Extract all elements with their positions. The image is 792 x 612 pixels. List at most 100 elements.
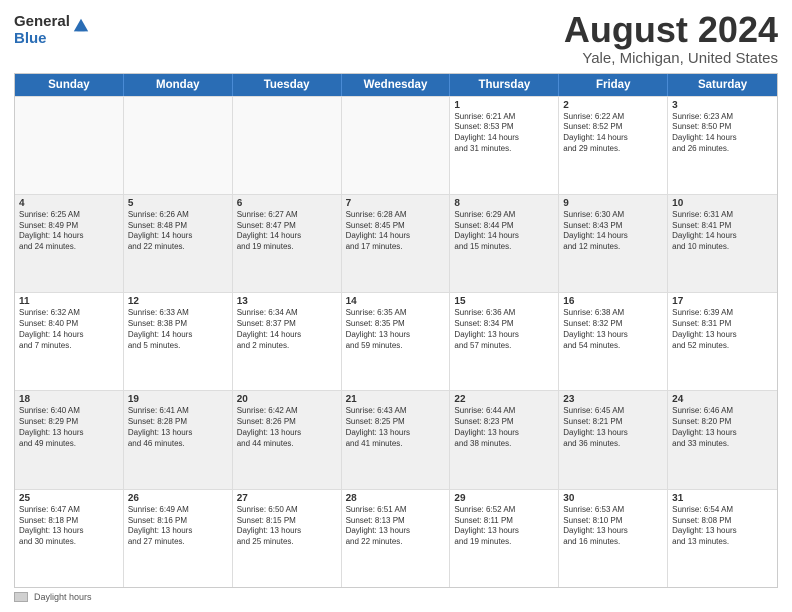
calendar-cell (233, 97, 342, 194)
calendar-cell: 9Sunrise: 6:30 AM Sunset: 8:43 PM Daylig… (559, 195, 668, 292)
day-text: Sunrise: 6:33 AM Sunset: 8:38 PM Dayligh… (128, 308, 228, 351)
header-day-sunday: Sunday (15, 74, 124, 96)
day-text: Sunrise: 6:47 AM Sunset: 8:18 PM Dayligh… (19, 505, 119, 548)
day-number: 4 (19, 198, 119, 209)
calendar-cell (342, 97, 451, 194)
calendar-cell: 4Sunrise: 6:25 AM Sunset: 8:49 PM Daylig… (15, 195, 124, 292)
logo-general: General (14, 14, 70, 31)
day-number: 21 (346, 394, 446, 405)
day-number: 24 (672, 394, 773, 405)
day-text: Sunrise: 6:21 AM Sunset: 8:53 PM Dayligh… (454, 112, 554, 155)
day-text: Sunrise: 6:40 AM Sunset: 8:29 PM Dayligh… (19, 406, 119, 449)
logo-icon (72, 17, 90, 35)
day-text: Sunrise: 6:27 AM Sunset: 8:47 PM Dayligh… (237, 210, 337, 253)
calendar-cell: 29Sunrise: 6:52 AM Sunset: 8:11 PM Dayli… (450, 490, 559, 587)
calendar-body: 1Sunrise: 6:21 AM Sunset: 8:53 PM Daylig… (15, 96, 777, 587)
day-text: Sunrise: 6:23 AM Sunset: 8:50 PM Dayligh… (672, 112, 773, 155)
day-text: Sunrise: 6:26 AM Sunset: 8:48 PM Dayligh… (128, 210, 228, 253)
footer-label: Daylight hours (34, 592, 92, 602)
day-text: Sunrise: 6:38 AM Sunset: 8:32 PM Dayligh… (563, 308, 663, 351)
calendar-cell: 30Sunrise: 6:53 AM Sunset: 8:10 PM Dayli… (559, 490, 668, 587)
calendar-cell: 17Sunrise: 6:39 AM Sunset: 8:31 PM Dayli… (668, 293, 777, 390)
day-number: 17 (672, 296, 773, 307)
calendar-cell: 19Sunrise: 6:41 AM Sunset: 8:28 PM Dayli… (124, 391, 233, 488)
day-text: Sunrise: 6:29 AM Sunset: 8:44 PM Dayligh… (454, 210, 554, 253)
day-number: 3 (672, 100, 773, 111)
day-text: Sunrise: 6:36 AM Sunset: 8:34 PM Dayligh… (454, 308, 554, 351)
day-number: 12 (128, 296, 228, 307)
day-number: 18 (19, 394, 119, 405)
calendar-row-1: 4Sunrise: 6:25 AM Sunset: 8:49 PM Daylig… (15, 194, 777, 292)
calendar-cell: 14Sunrise: 6:35 AM Sunset: 8:35 PM Dayli… (342, 293, 451, 390)
calendar-cell: 27Sunrise: 6:50 AM Sunset: 8:15 PM Dayli… (233, 490, 342, 587)
calendar-cell: 7Sunrise: 6:28 AM Sunset: 8:45 PM Daylig… (342, 195, 451, 292)
day-number: 16 (563, 296, 663, 307)
calendar-cell: 16Sunrise: 6:38 AM Sunset: 8:32 PM Dayli… (559, 293, 668, 390)
day-text: Sunrise: 6:54 AM Sunset: 8:08 PM Dayligh… (672, 505, 773, 548)
logo-blue: Blue (14, 31, 70, 48)
calendar-cell: 21Sunrise: 6:43 AM Sunset: 8:25 PM Dayli… (342, 391, 451, 488)
day-number: 28 (346, 493, 446, 504)
day-text: Sunrise: 6:34 AM Sunset: 8:37 PM Dayligh… (237, 308, 337, 351)
day-number: 13 (237, 296, 337, 307)
calendar-cell: 1Sunrise: 6:21 AM Sunset: 8:53 PM Daylig… (450, 97, 559, 194)
logo: General Blue (14, 14, 90, 47)
footer: Daylight hours (14, 592, 778, 602)
calendar-cell: 20Sunrise: 6:42 AM Sunset: 8:26 PM Dayli… (233, 391, 342, 488)
day-number: 15 (454, 296, 554, 307)
calendar-cell: 28Sunrise: 6:51 AM Sunset: 8:13 PM Dayli… (342, 490, 451, 587)
calendar-cell: 5Sunrise: 6:26 AM Sunset: 8:48 PM Daylig… (124, 195, 233, 292)
calendar-cell: 6Sunrise: 6:27 AM Sunset: 8:47 PM Daylig… (233, 195, 342, 292)
header-day-saturday: Saturday (668, 74, 777, 96)
day-number: 9 (563, 198, 663, 209)
day-text: Sunrise: 6:52 AM Sunset: 8:11 PM Dayligh… (454, 505, 554, 548)
day-number: 5 (128, 198, 228, 209)
calendar-cell: 26Sunrise: 6:49 AM Sunset: 8:16 PM Dayli… (124, 490, 233, 587)
calendar-cell: 24Sunrise: 6:46 AM Sunset: 8:20 PM Dayli… (668, 391, 777, 488)
calendar: SundayMondayTuesdayWednesdayThursdayFrid… (14, 73, 778, 588)
header-day-tuesday: Tuesday (233, 74, 342, 96)
day-number: 26 (128, 493, 228, 504)
calendar-cell: 12Sunrise: 6:33 AM Sunset: 8:38 PM Dayli… (124, 293, 233, 390)
day-text: Sunrise: 6:32 AM Sunset: 8:40 PM Dayligh… (19, 308, 119, 351)
day-number: 25 (19, 493, 119, 504)
calendar-cell: 31Sunrise: 6:54 AM Sunset: 8:08 PM Dayli… (668, 490, 777, 587)
day-number: 23 (563, 394, 663, 405)
calendar-row-0: 1Sunrise: 6:21 AM Sunset: 8:53 PM Daylig… (15, 96, 777, 194)
footer-box (14, 592, 28, 602)
day-text: Sunrise: 6:45 AM Sunset: 8:21 PM Dayligh… (563, 406, 663, 449)
header-day-thursday: Thursday (450, 74, 559, 96)
day-number: 11 (19, 296, 119, 307)
calendar-cell: 15Sunrise: 6:36 AM Sunset: 8:34 PM Dayli… (450, 293, 559, 390)
day-text: Sunrise: 6:22 AM Sunset: 8:52 PM Dayligh… (563, 112, 663, 155)
day-text: Sunrise: 6:50 AM Sunset: 8:15 PM Dayligh… (237, 505, 337, 548)
day-text: Sunrise: 6:49 AM Sunset: 8:16 PM Dayligh… (128, 505, 228, 548)
header-day-friday: Friday (559, 74, 668, 96)
header-day-monday: Monday (124, 74, 233, 96)
day-number: 29 (454, 493, 554, 504)
calendar-cell: 10Sunrise: 6:31 AM Sunset: 8:41 PM Dayli… (668, 195, 777, 292)
calendar-cell: 18Sunrise: 6:40 AM Sunset: 8:29 PM Dayli… (15, 391, 124, 488)
day-number: 1 (454, 100, 554, 111)
day-text: Sunrise: 6:41 AM Sunset: 8:28 PM Dayligh… (128, 406, 228, 449)
day-text: Sunrise: 6:39 AM Sunset: 8:31 PM Dayligh… (672, 308, 773, 351)
day-text: Sunrise: 6:42 AM Sunset: 8:26 PM Dayligh… (237, 406, 337, 449)
calendar-cell (124, 97, 233, 194)
day-text: Sunrise: 6:43 AM Sunset: 8:25 PM Dayligh… (346, 406, 446, 449)
calendar-cell (15, 97, 124, 194)
day-number: 14 (346, 296, 446, 307)
header-day-wednesday: Wednesday (342, 74, 451, 96)
calendar-cell: 22Sunrise: 6:44 AM Sunset: 8:23 PM Dayli… (450, 391, 559, 488)
calendar-row-3: 18Sunrise: 6:40 AM Sunset: 8:29 PM Dayli… (15, 390, 777, 488)
main-title: August 2024 (564, 10, 778, 50)
day-text: Sunrise: 6:46 AM Sunset: 8:20 PM Dayligh… (672, 406, 773, 449)
calendar-cell: 3Sunrise: 6:23 AM Sunset: 8:50 PM Daylig… (668, 97, 777, 194)
logo-text: General Blue (14, 14, 70, 47)
day-number: 20 (237, 394, 337, 405)
title-block: August 2024 Yale, Michigan, United State… (564, 10, 778, 67)
day-number: 2 (563, 100, 663, 111)
calendar-cell: 8Sunrise: 6:29 AM Sunset: 8:44 PM Daylig… (450, 195, 559, 292)
subtitle: Yale, Michigan, United States (564, 50, 778, 67)
day-number: 6 (237, 198, 337, 209)
day-text: Sunrise: 6:44 AM Sunset: 8:23 PM Dayligh… (454, 406, 554, 449)
